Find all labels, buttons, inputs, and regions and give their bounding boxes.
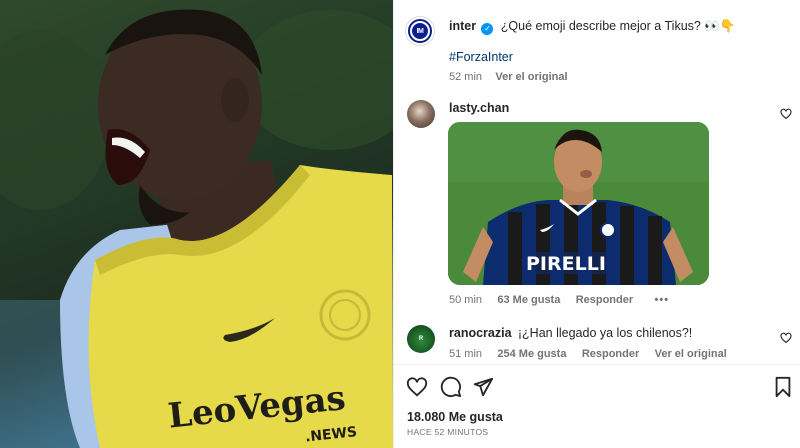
- caption-hashtag[interactable]: #ForzaInter: [449, 50, 513, 64]
- caption-text: ¿Qué emoji describe mejor a Tikus? 👀👇: [500, 19, 736, 33]
- caption-time[interactable]: 52 min: [449, 71, 482, 83]
- comment-likes[interactable]: 63 Me gusta: [497, 294, 560, 306]
- gif-sponsor-text: PIRELLI: [526, 253, 606, 275]
- comment-username[interactable]: ranocrazia: [449, 326, 512, 340]
- caption-see-original[interactable]: Ver el original: [495, 71, 567, 83]
- likes-count[interactable]: 18.080 Me gusta: [407, 410, 503, 424]
- comment-text: ¡¿Han llegado ya los chilenos?!: [517, 326, 693, 340]
- comment-see-original[interactable]: Ver el original: [655, 348, 727, 360]
- commenter-avatar[interactable]: [407, 100, 435, 128]
- comment-like-heart-icon[interactable]: [780, 108, 792, 120]
- actions-divider: [393, 364, 800, 365]
- commenter-avatar[interactable]: R: [407, 325, 435, 353]
- heart-icon[interactable]: [406, 376, 428, 398]
- comment-reply-button[interactable]: Responder: [576, 294, 633, 306]
- author-username[interactable]: inter: [449, 19, 476, 33]
- instagram-post-view: LeoVegas .NEWS IM inter ✓ ¿Qué emoji des…: [0, 0, 800, 448]
- player-illustration: LeoVegas .NEWS: [0, 9, 393, 448]
- comment-like-heart-icon[interactable]: [780, 332, 792, 344]
- caption-line: inter ✓ ¿Qué emoji describe mejor a Tiku…: [449, 19, 735, 35]
- comment-time[interactable]: 51 min: [449, 348, 482, 360]
- bookmark-icon[interactable]: [772, 376, 794, 398]
- caption-meta: 52 min Ver el original: [449, 69, 568, 83]
- author-avatar[interactable]: IM: [406, 17, 434, 45]
- comment-gif[interactable]: PIRELLI: [448, 122, 709, 285]
- comment-username[interactable]: lasty.chan: [449, 101, 509, 115]
- gif-player-illustration: PIRELLI: [448, 122, 709, 285]
- comment-reply-button[interactable]: Responder: [582, 348, 639, 360]
- send-icon[interactable]: [472, 376, 494, 398]
- comment-likes[interactable]: 254 Me gusta: [497, 348, 566, 360]
- comment-more-options-icon[interactable]: •••: [655, 294, 670, 306]
- comment-meta: 51 min 254 Me gusta Responder Ver el ori…: [449, 346, 727, 360]
- verified-badge-icon: ✓: [481, 23, 494, 35]
- comment-time[interactable]: 50 min: [449, 294, 482, 306]
- comment-line: ranocrazia ¡¿Han llegado ya los chilenos…: [449, 326, 692, 340]
- comment-icon[interactable]: [440, 376, 462, 398]
- post-photo[interactable]: LeoVegas .NEWS: [0, 0, 393, 448]
- comment-meta: 50 min 63 Me gusta Responder •••: [449, 292, 669, 306]
- post-timestamp[interactable]: HACE 52 MINUTOS: [407, 427, 488, 437]
